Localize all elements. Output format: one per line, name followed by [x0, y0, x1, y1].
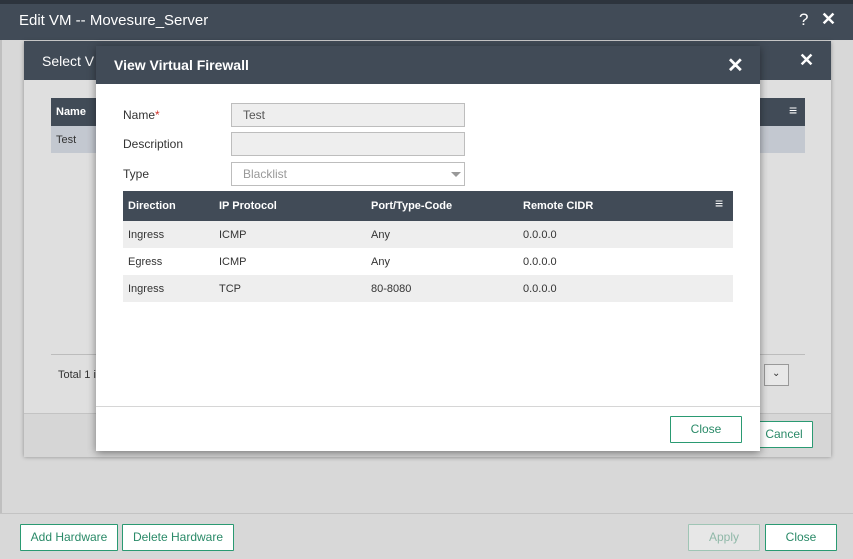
rules-table: Direction IP Protocol Port/Type-Code Rem… — [123, 191, 733, 302]
column-header-remote-cidr[interactable]: Remote CIDR — [523, 200, 593, 212]
table-cell: Test — [56, 134, 77, 146]
type-value: Blacklist — [243, 167, 288, 181]
table-row[interactable]: Ingress TCP 80-8080 0.0.0.0 — [123, 275, 733, 302]
close-icon[interactable]: ✕ — [821, 9, 836, 30]
chevron-down-icon — [451, 172, 461, 177]
edit-vm-title: Edit VM -- Movesure_Server — [19, 12, 209, 29]
outer-close-button[interactable]: Close — [765, 524, 837, 551]
cell-direction: Egress — [128, 256, 163, 268]
type-label: Type — [123, 167, 150, 181]
cell-protocol: TCP — [219, 283, 241, 295]
type-select[interactable]: Blacklist — [231, 162, 465, 186]
modal-header: View Virtual Firewall ✕ — [96, 46, 760, 84]
apply-button[interactable]: Apply — [688, 524, 760, 551]
column-menu-icon[interactable]: ≡ — [715, 195, 723, 211]
total-count: Total 1 i — [58, 369, 96, 381]
close-icon[interactable]: ✕ — [727, 53, 744, 78]
cancel-button[interactable]: Cancel — [755, 421, 813, 448]
help-icon[interactable]: ? — [799, 10, 808, 30]
cell-protocol: ICMP — [219, 256, 247, 268]
modal-close-button[interactable]: Close — [670, 416, 742, 443]
cell-port: 80-8080 — [371, 283, 412, 295]
edit-vm-header: Edit VM -- Movesure_Server ? ✕ — [0, 0, 853, 40]
dialog-edge — [0, 40, 2, 513]
column-header-name[interactable]: Name — [56, 106, 86, 118]
page-size-select[interactable]: ⌄ — [764, 364, 789, 386]
cell-port: Any — [371, 256, 390, 268]
cell-port: Any — [371, 229, 390, 241]
background-strip — [0, 0, 853, 4]
chevron-down-icon: ⌄ — [772, 368, 781, 379]
cell-direction: Ingress — [128, 283, 165, 295]
name-field[interactable]: Test — [231, 103, 465, 127]
column-menu-icon[interactable]: ≡ — [789, 102, 797, 118]
delete-hardware-button[interactable]: Delete Hardware — [122, 524, 234, 551]
cell-cidr: 0.0.0.0 — [523, 256, 557, 268]
view-firewall-dialog: View Virtual Firewall ✕ Name* Test Descr… — [96, 46, 760, 451]
select-dialog-title: Select V — [42, 53, 95, 69]
edit-vm-footer: Add Hardware Delete Hardware Apply Close — [0, 513, 853, 559]
description-label: Description — [123, 137, 184, 151]
add-hardware-button[interactable]: Add Hardware — [20, 524, 118, 551]
table-row[interactable]: Egress ICMP Any 0.0.0.0 — [123, 248, 733, 275]
name-label: Name* — [123, 108, 160, 122]
column-header-direction[interactable]: Direction — [128, 200, 176, 212]
cell-direction: Ingress — [128, 229, 165, 241]
required-marker: * — [155, 108, 160, 122]
column-header-ip-protocol[interactable]: IP Protocol — [219, 200, 277, 212]
cell-cidr: 0.0.0.0 — [523, 229, 557, 241]
description-field[interactable] — [231, 132, 465, 156]
rules-table-header: Direction IP Protocol Port/Type-Code Rem… — [123, 191, 733, 221]
column-header-port[interactable]: Port/Type-Code — [371, 200, 452, 212]
modal-footer: Close — [96, 406, 760, 452]
close-icon[interactable]: ✕ — [799, 50, 814, 71]
modal-title: View Virtual Firewall — [114, 57, 249, 73]
cell-protocol: ICMP — [219, 229, 247, 241]
table-row[interactable]: Ingress ICMP Any 0.0.0.0 — [123, 221, 733, 248]
cell-cidr: 0.0.0.0 — [523, 283, 557, 295]
